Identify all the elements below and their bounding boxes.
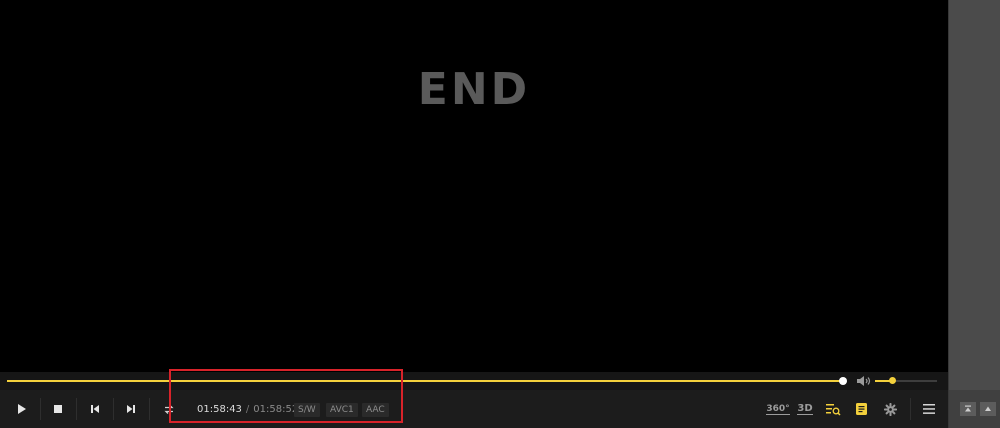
move-top-button[interactable] (960, 402, 976, 416)
3d-label: 3D (797, 403, 813, 415)
move-top-icon (965, 405, 971, 412)
repeat-button[interactable] (156, 390, 182, 428)
move-up-button[interactable] (980, 402, 996, 416)
divider (910, 398, 911, 420)
format-badge-video-codec: AVC1 (326, 403, 358, 417)
video-area[interactable]: END (0, 0, 948, 372)
volume-slider[interactable] (875, 377, 937, 384)
divider (40, 398, 41, 420)
playlist-search-button[interactable] (822, 390, 844, 428)
volume-thumb[interactable] (888, 377, 896, 384)
subtitle-button[interactable] (852, 390, 870, 428)
repeat-icon (164, 404, 174, 414)
chevron-up-icon (985, 406, 991, 411)
playlist-search-icon (826, 403, 841, 416)
previous-button[interactable] (81, 390, 109, 428)
time-display: 01:58:43 / 01:58:52 (197, 390, 298, 428)
skip-previous-icon (91, 405, 99, 413)
time-separator: / (245, 403, 250, 415)
end-overlay-text: END (417, 64, 531, 115)
divider (76, 398, 77, 420)
play-icon (18, 404, 26, 414)
3d-button[interactable]: 3D (793, 390, 817, 428)
subtitle-icon (855, 403, 867, 415)
vr360-button[interactable]: 360° (765, 390, 791, 428)
gear-icon (883, 402, 897, 416)
settings-button[interactable] (879, 390, 901, 428)
side-panel (948, 0, 1000, 428)
control-bar: 01:58:43 / 01:58:52 360° 3D (0, 390, 948, 428)
seek-bar[interactable] (7, 380, 843, 382)
seek-thumb[interactable] (839, 377, 847, 385)
format-badge-sw: S/W (294, 403, 320, 417)
speaker-icon[interactable] (856, 375, 872, 387)
menu-button[interactable] (918, 390, 940, 428)
menu-icon (923, 404, 935, 414)
seek-bar-row (0, 372, 948, 390)
play-button[interactable] (8, 390, 36, 428)
stop-icon (54, 405, 62, 413)
stop-button[interactable] (44, 390, 72, 428)
format-badge-audio-codec: AAC (362, 403, 389, 417)
divider (113, 398, 114, 420)
video-player: END 01:58:43 / 01:58:52 360° 3D S/W AVC1… (0, 0, 948, 428)
current-time: 01:58:43 (197, 403, 242, 415)
divider (149, 398, 150, 420)
next-button[interactable] (117, 390, 145, 428)
side-panel-bottom (949, 390, 1000, 428)
skip-next-icon (127, 405, 135, 413)
total-time: 01:58:52 (253, 403, 299, 415)
vr360-label: 360° (766, 403, 790, 415)
